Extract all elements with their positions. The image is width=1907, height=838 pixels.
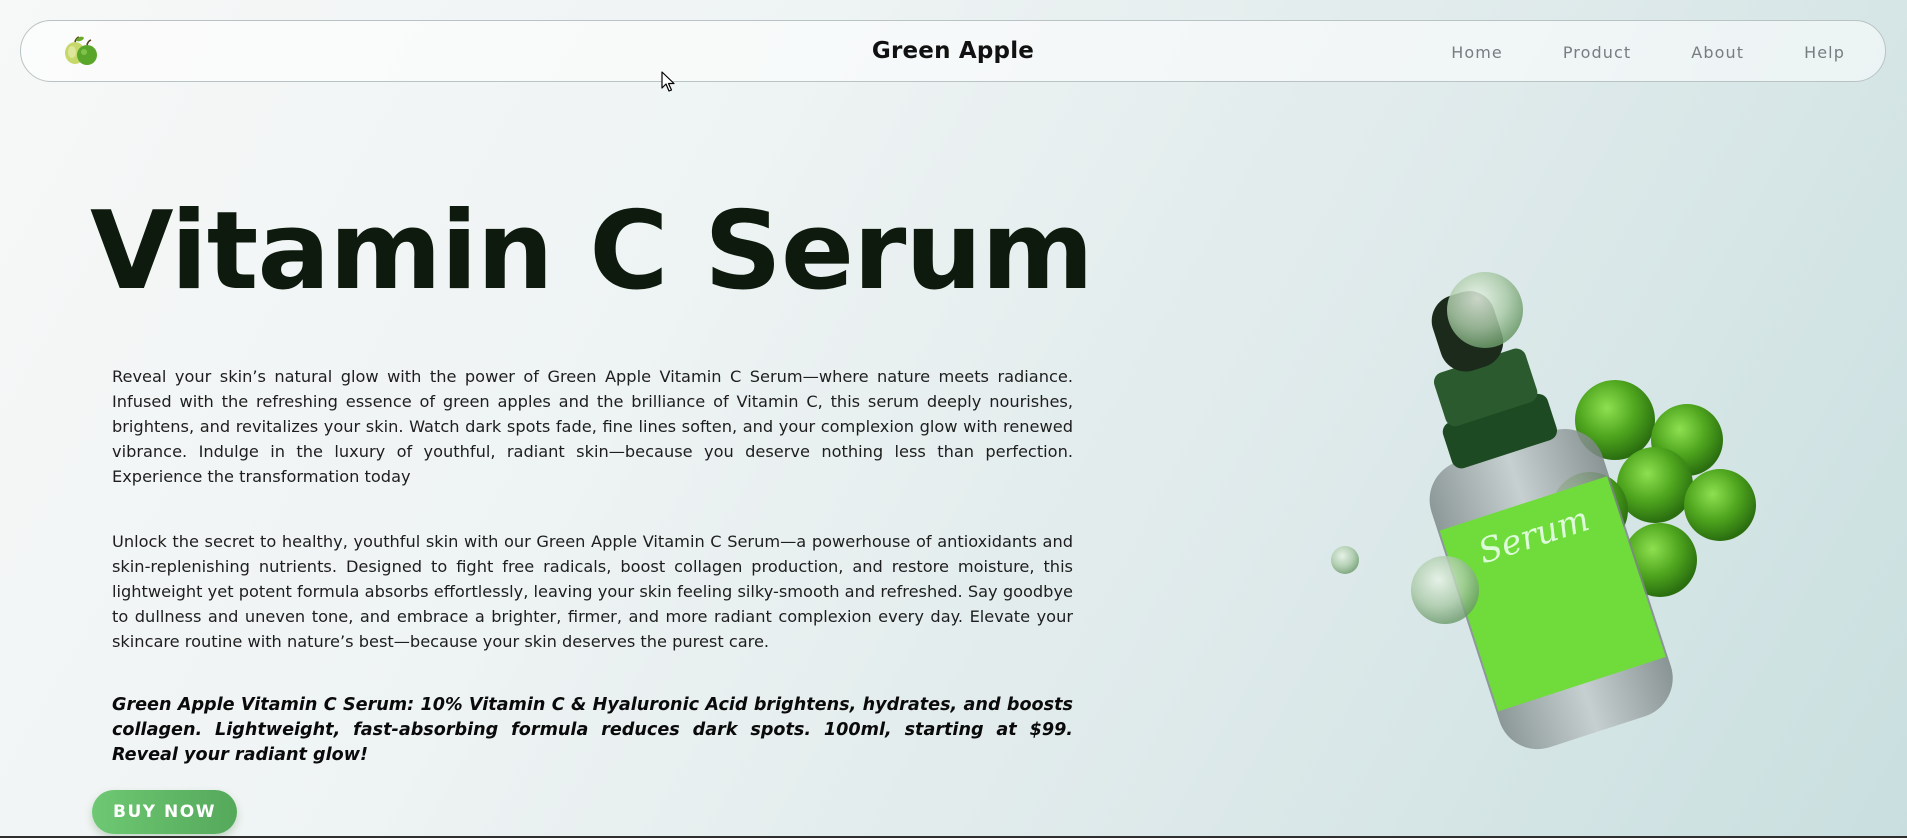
nav-link-help[interactable]: Help <box>1804 43 1845 62</box>
nav-link-product[interactable]: Product <box>1563 43 1631 62</box>
benefits-paragraph: Unlock the secret to healthy, youthful s… <box>112 532 1073 651</box>
nav-link-about[interactable]: About <box>1691 43 1744 62</box>
nav-links: Home Product About Help <box>1391 43 1845 62</box>
nav-link-home[interactable]: Home <box>1451 43 1503 62</box>
product-summary: Green Apple Vitamin C Serum: 10% Vitamin… <box>112 695 1073 765</box>
navbar: Green Apple Home Product About Help <box>20 20 1886 82</box>
mouse-cursor-icon <box>661 71 675 92</box>
hero-title: Vitamin C Serum <box>90 189 1094 314</box>
buy-now-button[interactable]: BUY NOW <box>92 790 237 834</box>
serum-bottle-image: Serum <box>1331 272 1756 750</box>
description-paragraph: Reveal your skin’s natural glow with the… <box>112 367 1073 486</box>
